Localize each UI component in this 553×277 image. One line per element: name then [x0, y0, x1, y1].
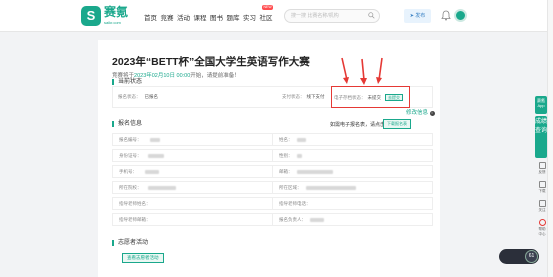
highlight-box [331, 86, 410, 108]
follow-tool[interactable]: 关注 [537, 200, 547, 213]
logo-sub: saikr.com [104, 20, 121, 25]
nav-item-internship[interactable]: 实习 [243, 12, 260, 22]
nav-item-contest[interactable]: 竞赛 [161, 12, 178, 22]
cell-label: 手机号： [119, 169, 137, 174]
table-cell: 邮箱： [272, 165, 433, 178]
feedback-icon [538, 162, 546, 169]
bell-icon[interactable] [441, 10, 451, 21]
table-cell: 指导老师姓名： [112, 197, 273, 210]
top-header: S 赛氪 saikr.com 首页 竞赛 活动 课程 图书 题库 实习 社区 N… [0, 0, 553, 32]
new-badge: NEW [262, 5, 274, 10]
nav-item-question-bank[interactable]: 题库 [227, 12, 244, 22]
red-arrow-icon [376, 57, 383, 84]
page-title: 2023年“BETT杯”全国大学生英语写作大赛 [112, 56, 310, 68]
cell-label: 指导老师邮箱： [119, 217, 151, 222]
nav-item-books[interactable]: 图书 [210, 12, 227, 22]
payment-status-label: 支付状态： [282, 94, 305, 99]
contest-subtitle: 竞赛将于2023年02月10日 00:00开始，请提前准备！ [112, 71, 240, 79]
follow-label: 关注 [538, 208, 546, 212]
phone-icon [538, 181, 546, 188]
signup-status-label: 报名状态： [118, 94, 141, 99]
cell-label: 身份证号： [119, 153, 142, 158]
feedback-label: 反馈 [538, 170, 546, 174]
publish-button[interactable]: ➤ 发布 [404, 9, 431, 23]
redacted-value [310, 217, 324, 222]
edit-info-link[interactable]: 修改信息 i [406, 108, 435, 116]
download-tool[interactable]: 下载 [537, 181, 547, 194]
redacted-value [149, 137, 160, 142]
timer-widget[interactable]: 61 [499, 249, 539, 264]
download-form-button[interactable]: 下载报名表 [383, 119, 411, 129]
table-cell: 手机号： [112, 165, 273, 178]
nav-item-activity[interactable]: 活动 [177, 12, 194, 22]
qrcode-icon [538, 200, 546, 207]
nav-item-course[interactable]: 课程 [194, 12, 211, 22]
table-cell: 报名负责人： [272, 213, 433, 226]
timer-value: 61 [525, 250, 538, 263]
search-input[interactable]: 搜一搜 比赛名称/机构 [284, 9, 380, 23]
table-cell: 报名编号： [112, 133, 273, 146]
section-volunteer: 志愿者活动 [112, 240, 148, 246]
help-tool[interactable]: 帮助中心 [537, 219, 547, 237]
payment-status: 支付状态： 线下支付 [282, 94, 325, 100]
redacted-value [296, 169, 333, 174]
cell-label: 报名负责人： [279, 217, 306, 222]
subtitle-suffix: 开始，请提前准备！ [190, 73, 240, 79]
redacted-value [147, 153, 164, 158]
table-cell: 指导老师邮箱： [112, 213, 273, 226]
table-cell: 姓名： [272, 133, 433, 146]
help-icon [538, 219, 546, 226]
table-cell: 所在区域： [272, 181, 433, 194]
cell-label: 指导老师电话： [279, 201, 311, 206]
publish-label: 发布 [415, 13, 426, 19]
cell-label: 指导老师姓名： [119, 201, 151, 206]
cell-label: 报名编号： [119, 137, 142, 142]
redacted-value [145, 169, 159, 174]
table-cell: 身份证号： [112, 149, 273, 162]
redacted-value [305, 185, 356, 190]
feedback-tool[interactable]: 反馈 [537, 162, 547, 175]
search-placeholder: 搜一搜 比赛名称/机构 [291, 13, 339, 19]
search-icon[interactable] [368, 12, 375, 19]
avatar[interactable] [454, 9, 467, 22]
cell-label: 所在区域： [279, 185, 302, 190]
download-label: 下载 [538, 189, 546, 193]
info-icon: i [429, 111, 435, 116]
help-label: 帮助中心 [538, 227, 546, 236]
subtitle-time: 2023年02月10日 00:00 [134, 73, 191, 79]
cell-label: 所在院校： [119, 185, 142, 190]
cell-label: 姓名： [279, 137, 293, 142]
nav-item-home[interactable]: 首页 [144, 12, 161, 22]
signup-status: 报名状态： 已报名 [118, 94, 158, 100]
download-hint: 如需电子报名表，请点击 [330, 122, 386, 128]
cell-label: 邮箱： [279, 169, 293, 174]
redacted-value [296, 153, 302, 158]
table-cell: 所在院校： [112, 181, 273, 194]
table-cell: 指导老师电话： [272, 197, 433, 210]
section-signup-info: 报名信息 [112, 121, 142, 127]
cell-label: 性别： [279, 153, 293, 158]
red-arrow-icon [360, 58, 367, 85]
score-query-float[interactable]: 成绩查询 [535, 116, 547, 158]
scrollbar[interactable] [547, 0, 553, 277]
payment-status-value: 线下支付 [306, 94, 325, 99]
logo-icon[interactable]: S [81, 6, 101, 26]
section-current-status: 当前状态 [112, 79, 142, 85]
table-cell: 性别： [272, 149, 433, 162]
signup-status-value: 已报名 [144, 94, 159, 99]
redacted-value [296, 137, 306, 142]
app-download-float[interactable]: 赛氪App [535, 96, 547, 114]
red-arrow-icon [341, 57, 349, 84]
nav-item-community[interactable]: 社区 [260, 12, 277, 22]
logo-text[interactable]: 赛氪 [104, 6, 128, 19]
main-nav: 首页 竞赛 活动 课程 图书 题库 实习 社区 [144, 12, 276, 22]
volunteer-activity-button[interactable]: 查看志愿者活动 [122, 253, 164, 263]
edit-info-label: 修改信息 [406, 110, 429, 116]
redacted-value [147, 185, 176, 190]
